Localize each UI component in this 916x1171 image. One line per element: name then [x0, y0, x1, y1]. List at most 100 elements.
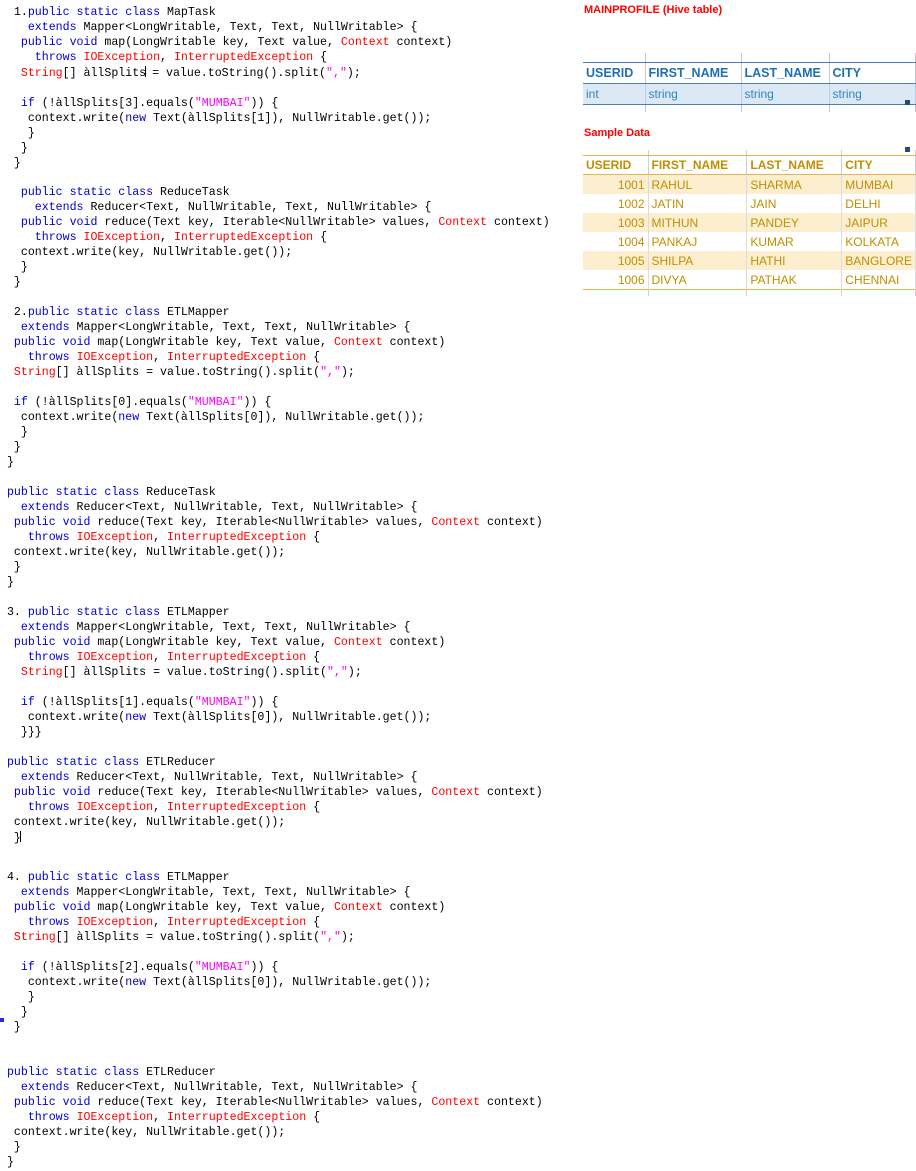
code-token: (!àllSplits[3].equals(	[34, 96, 195, 110]
selection-fill-handle[interactable]	[905, 147, 910, 152]
code-token: Reducer<Text, NullWritable, Text, NullWr…	[69, 770, 418, 784]
code-token: context)	[480, 785, 543, 799]
cell-city-type[interactable]: string	[829, 83, 916, 105]
code-token: }	[0, 156, 21, 170]
code-block[interactable]: 1.public static class MapTask extends Ma…	[0, 6, 452, 171]
cell-first-name[interactable]: JATIN	[648, 194, 748, 213]
code-token: Context	[438, 215, 488, 229]
code-token: throws	[27, 915, 70, 929]
table-row[interactable]: 1002 JATIN JAIN DELHI	[583, 194, 916, 213]
code-token: throws	[34, 230, 77, 244]
code-line: if (!àllSplits[1].equals("MUMBAI")) {	[0, 696, 445, 711]
cell-userid[interactable]: 1004	[583, 232, 649, 251]
code-token: InterruptedException	[173, 230, 314, 244]
cell-last-name[interactable]: JAIN	[746, 194, 843, 213]
code-line: if (!àllSplits[2].equals("MUMBAI")) {	[0, 961, 445, 976]
code-block[interactable]: public static class ReduceTask extends R…	[0, 186, 550, 291]
table-row[interactable]: 1005 SHILPA HATHI BANGLORE	[583, 251, 916, 270]
table-row[interactable]: 1006 DIVYA PATHAK CHENNAI	[583, 270, 916, 290]
col-header-userid[interactable]: USERID	[583, 62, 646, 84]
cell-first-name-type[interactable]: string	[645, 83, 742, 105]
cell-last-name-type[interactable]: string	[741, 83, 830, 105]
cell-userid-type[interactable]: int	[583, 83, 646, 105]
code-token: new	[125, 111, 147, 125]
cell-first-name[interactable]: SHILPA	[648, 251, 748, 270]
code-token: if	[20, 960, 35, 974]
code-token: (!àllSplits[0].equals(	[27, 395, 188, 409]
cell-last-name[interactable]: PANDEY	[746, 213, 843, 232]
code-line: throws IOException, InterruptedException…	[0, 651, 445, 666]
cell-userid[interactable]: 1006	[583, 270, 649, 290]
code-line: }	[0, 561, 543, 576]
table-row[interactable]: 1004 PANKAJ KUMAR KOLKATA	[583, 232, 916, 251]
code-block[interactable]: 2.public static class ETLMapper extends …	[0, 306, 445, 470]
cell-last-name[interactable]: HATHI	[746, 251, 843, 270]
col-header-last-name[interactable]: LAST_NAME	[741, 62, 830, 84]
col-header-last-name[interactable]: LAST_NAME	[746, 155, 843, 175]
code-block[interactable]: 4. public static class ETLMapper extends…	[0, 871, 445, 1035]
cell-city[interactable]: JAIPUR	[841, 213, 916, 232]
hive-schema-table[interactable]: USERID FIRST_NAME LAST_NAME CITY int str…	[583, 53, 916, 112]
table-row[interactable]: 1003 MITHUN PANDEY JAIPUR	[583, 213, 916, 232]
code-line: }	[0, 441, 445, 456]
code-token: }	[0, 1005, 28, 1019]
table-header-row: USERID FIRST_NAME LAST_NAME CITY	[583, 155, 916, 175]
code-block[interactable]: 3. public static class ETLMapper extends…	[0, 606, 445, 741]
cell-city[interactable]: CHENNAI	[841, 270, 916, 290]
sample-data-table[interactable]: USERID FIRST_NAME LAST_NAME CITY 1001 RAH…	[583, 150, 916, 296]
code-line: }	[0, 456, 445, 471]
cell-last-name[interactable]: SHARMA	[746, 174, 843, 194]
table-bottom-row	[583, 289, 916, 296]
col-header-first-name[interactable]: FIRST_NAME	[645, 62, 742, 84]
col-header-first-name[interactable]: FIRST_NAME	[648, 155, 748, 175]
code-line: 2.public static class ETLMapper	[0, 306, 445, 321]
code-token: {	[313, 50, 328, 64]
cell-userid[interactable]: 1005	[583, 251, 649, 270]
selection-fill-handle[interactable]	[905, 100, 910, 105]
code-token: context.write(key, NullWritable.get());	[0, 245, 293, 259]
code-token: )) {	[243, 395, 272, 409]
code-pane: 1.public static class MapTask extends Ma…	[0, 0, 578, 1169]
cell-first-name[interactable]: PANKAJ	[648, 232, 748, 251]
cell-userid[interactable]: 1002	[583, 194, 649, 213]
cell-first-name[interactable]: DIVYA	[648, 270, 748, 290]
code-token: if	[13, 395, 28, 409]
code-token: }	[0, 1020, 21, 1034]
cell-last-name[interactable]: PATHAK	[746, 270, 843, 290]
code-block[interactable]: public static class ETLReducer extends R…	[0, 1066, 543, 1171]
code-line: public static class ReduceTask	[0, 486, 543, 501]
code-line: context.write(new Text(àllSplits[0]), Nu…	[0, 711, 445, 726]
code-line: context.write(key, NullWritable.get());	[0, 546, 543, 561]
code-block[interactable]: public static class ETLReducer extends R…	[0, 756, 543, 847]
cell-city[interactable]: DELHI	[841, 194, 916, 213]
cell-userid[interactable]: 1003	[583, 213, 649, 232]
code-token: context.write(	[0, 975, 126, 989]
code-token: public void	[13, 515, 91, 529]
code-token: public static class	[6, 1066, 140, 1079]
col-header-userid[interactable]: USERID	[583, 155, 649, 175]
code-line: public static class ReduceTask	[0, 186, 550, 201]
cell-first-name[interactable]: MITHUN	[648, 213, 748, 232]
col-header-city[interactable]: CITY	[841, 155, 916, 175]
cell-city[interactable]: MUMBAI	[841, 174, 916, 194]
cell-first-name[interactable]: RAHUL	[648, 174, 748, 194]
code-token: Reducer<Text, NullWritable, Text, NullWr…	[69, 1080, 418, 1094]
table-row[interactable]: 1001 RAHUL SHARMA MUMBAI	[583, 174, 916, 194]
col-header-city[interactable]: CITY	[829, 62, 916, 84]
code-token: {	[306, 350, 321, 364]
cell-last-name[interactable]: KUMAR	[746, 232, 843, 251]
cell-city[interactable]: KOLKATA	[841, 232, 916, 251]
code-block[interactable]: public static class ReduceTask extends R…	[0, 486, 543, 591]
code-token: public static class	[27, 606, 161, 619]
code-token: Context	[333, 335, 383, 349]
code-token: ,	[160, 50, 174, 64]
table-row[interactable]: int string string string	[583, 83, 916, 105]
code-token: if	[20, 695, 35, 709]
cell-city[interactable]: BANGLORE	[841, 251, 916, 270]
cell-userid[interactable]: 1001	[583, 174, 649, 194]
